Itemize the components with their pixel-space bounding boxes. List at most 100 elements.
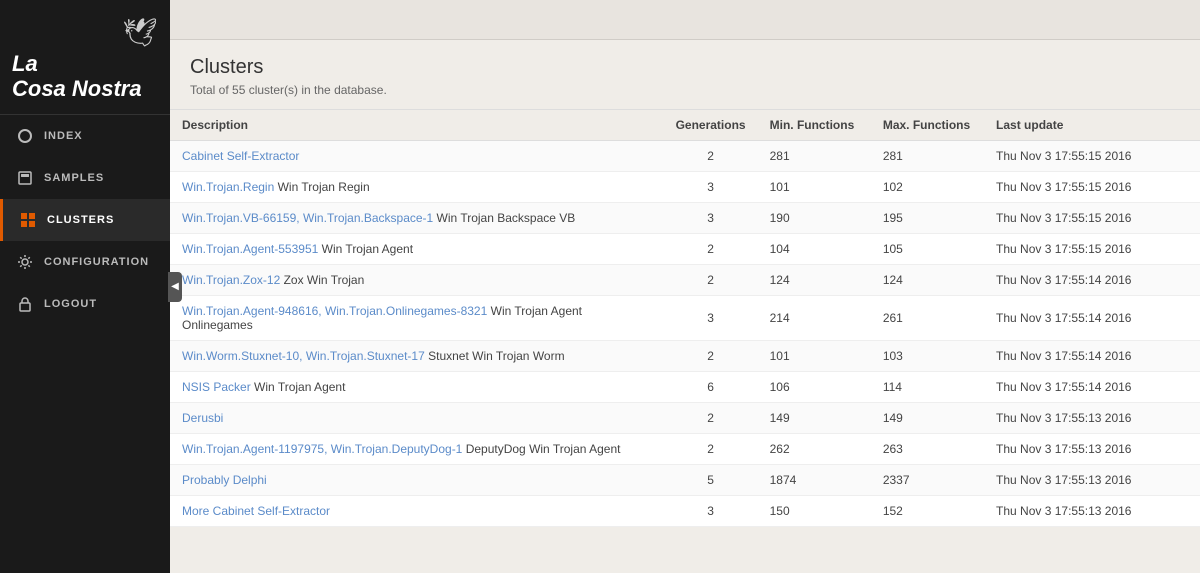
cell-generations: 2 (664, 234, 758, 265)
cell-max-functions: 2337 (871, 465, 984, 496)
cell-max-functions: 105 (871, 234, 984, 265)
main-content: Clusters Total of 55 cluster(s) in the d… (170, 0, 1200, 573)
table-row: Win.Worm.Stuxnet-10, Win.Trojan.Stuxnet-… (170, 341, 1200, 372)
cell-last-update: Thu Nov 3 17:55:14 2016 (984, 372, 1200, 403)
table-row: Win.Trojan.VB-66159, Win.Trojan.Backspac… (170, 203, 1200, 234)
description-link[interactable]: Derusbi (182, 411, 223, 425)
cell-max-functions: 263 (871, 434, 984, 465)
sidebar-item-label-logout: LOGOUT (44, 298, 97, 310)
cell-description: NSIS Packer Win Trojan Agent (170, 372, 664, 403)
grid-icon (19, 211, 37, 229)
cell-min-functions: 214 (758, 296, 871, 341)
table-row: NSIS Packer Win Trojan Agent6106114Thu N… (170, 372, 1200, 403)
logo-line2: Cosa Nostra (12, 76, 158, 102)
description-link[interactable]: More Cabinet Self-Extractor (182, 504, 330, 518)
description-link[interactable]: Win.Trojan.VB-66159, Win.Trojan.Backspac… (182, 211, 433, 225)
description-extra: Win Trojan Backspace VB (433, 211, 575, 225)
description-extra: Win Trojan Agent (251, 380, 346, 394)
sidebar-item-logout[interactable]: LOGOUT (0, 283, 170, 325)
cell-description: Win.Trojan.VB-66159, Win.Trojan.Backspac… (170, 203, 664, 234)
cell-min-functions: 104 (758, 234, 871, 265)
cell-generations: 3 (664, 203, 758, 234)
cell-description: Win.Trojan.Regin Win Trojan Regin (170, 172, 664, 203)
cell-generations: 5 (664, 465, 758, 496)
cell-min-functions: 106 (758, 372, 871, 403)
circle-icon (16, 127, 34, 145)
cell-generations: 2 (664, 434, 758, 465)
cell-max-functions: 195 (871, 203, 984, 234)
cell-description: Cabinet Self-Extractor (170, 141, 664, 172)
col-header-description: Description (170, 110, 664, 141)
description-link[interactable]: Probably Delphi (182, 473, 267, 487)
cell-last-update: Thu Nov 3 17:55:13 2016 (984, 465, 1200, 496)
cell-max-functions: 281 (871, 141, 984, 172)
cell-generations: 3 (664, 296, 758, 341)
cell-min-functions: 101 (758, 341, 871, 372)
cell-description: Win.Trojan.Agent-553951 Win Trojan Agent (170, 234, 664, 265)
col-header-generations: Generations (664, 110, 758, 141)
sidebar-item-configuration[interactable]: CONFIGURATION (0, 241, 170, 283)
description-link[interactable]: Win.Trojan.Agent-1197975, Win.Trojan.Dep… (182, 442, 462, 456)
cell-generations: 2 (664, 265, 758, 296)
sidebar-item-index[interactable]: INDEX (0, 115, 170, 157)
description-link[interactable]: Cabinet Self-Extractor (182, 149, 299, 163)
description-link[interactable]: Win.Trojan.Agent-553951 (182, 242, 318, 256)
cell-last-update: Thu Nov 3 17:55:14 2016 (984, 296, 1200, 341)
cell-min-functions: 1874 (758, 465, 871, 496)
top-bar (170, 0, 1200, 40)
cell-description: Win.Trojan.Agent-1197975, Win.Trojan.Dep… (170, 434, 664, 465)
sidebar-item-label-configuration: CONFIGURATION (44, 256, 149, 268)
cell-description: Win.Trojan.Zox-12 Zox Win Trojan (170, 265, 664, 296)
table-row: Derusbi2149149Thu Nov 3 17:55:13 2016 (170, 403, 1200, 434)
cell-last-update: Thu Nov 3 17:55:15 2016 (984, 141, 1200, 172)
description-extra: Win Trojan Regin (274, 180, 369, 194)
logo-bird-icon: 🕊 (12, 16, 158, 49)
cell-last-update: Thu Nov 3 17:55:15 2016 (984, 172, 1200, 203)
cell-max-functions: 103 (871, 341, 984, 372)
collapse-sidebar-button[interactable]: ◀ (168, 272, 182, 302)
description-extra: Win Trojan Agent (318, 242, 413, 256)
col-header-min-functions: Min. Functions (758, 110, 871, 141)
cell-last-update: Thu Nov 3 17:55:15 2016 (984, 234, 1200, 265)
content-area: Clusters Total of 55 cluster(s) in the d… (170, 40, 1200, 573)
description-link[interactable]: Win.Worm.Stuxnet-10, Win.Trojan.Stuxnet-… (182, 349, 425, 363)
table-row: Win.Trojan.Agent-948616, Win.Trojan.Onli… (170, 296, 1200, 341)
cell-last-update: Thu Nov 3 17:55:13 2016 (984, 403, 1200, 434)
sidebar-item-samples[interactable]: SAMPLES (0, 157, 170, 199)
cell-max-functions: 102 (871, 172, 984, 203)
cell-min-functions: 124 (758, 265, 871, 296)
col-header-last-update: Last update (984, 110, 1200, 141)
cell-description: Win.Trojan.Agent-948616, Win.Trojan.Onli… (170, 296, 664, 341)
cell-generations: 3 (664, 496, 758, 527)
description-link[interactable]: NSIS Packer (182, 380, 251, 394)
sidebar-item-label-samples: SAMPLES (44, 172, 104, 184)
cell-max-functions: 261 (871, 296, 984, 341)
logo-area: 🕊 La Cosa Nostra (0, 0, 170, 115)
description-link[interactable]: Win.Trojan.Regin (182, 180, 274, 194)
description-link[interactable]: Win.Trojan.Zox-12 (182, 273, 280, 287)
table-row: Win.Trojan.Regin Win Trojan Regin3101102… (170, 172, 1200, 203)
sidebar-item-label-index: INDEX (44, 130, 83, 142)
col-header-max-functions: Max. Functions (871, 110, 984, 141)
gear-icon (16, 253, 34, 271)
cell-last-update: Thu Nov 3 17:55:14 2016 (984, 265, 1200, 296)
cell-description: More Cabinet Self-Extractor (170, 496, 664, 527)
cell-generations: 2 (664, 403, 758, 434)
cell-min-functions: 190 (758, 203, 871, 234)
sidebar-item-clusters[interactable]: CLUSTERS (0, 199, 170, 241)
cell-generations: 3 (664, 172, 758, 203)
cell-last-update: Thu Nov 3 17:55:14 2016 (984, 341, 1200, 372)
description-link[interactable]: Win.Trojan.Agent-948616, Win.Trojan.Onli… (182, 304, 487, 318)
page-subtitle: Total of 55 cluster(s) in the database. (190, 83, 1180, 97)
cell-min-functions: 150 (758, 496, 871, 527)
cell-max-functions: 152 (871, 496, 984, 527)
logo-line1: La (12, 51, 158, 76)
cell-description: Probably Delphi (170, 465, 664, 496)
lock-icon (16, 295, 34, 313)
page-title: Clusters (190, 56, 1180, 79)
cell-min-functions: 281 (758, 141, 871, 172)
cell-last-update: Thu Nov 3 17:55:13 2016 (984, 496, 1200, 527)
description-extra: Stuxnet Win Trojan Worm (425, 349, 565, 363)
disk-icon (16, 169, 34, 187)
cell-min-functions: 101 (758, 172, 871, 203)
